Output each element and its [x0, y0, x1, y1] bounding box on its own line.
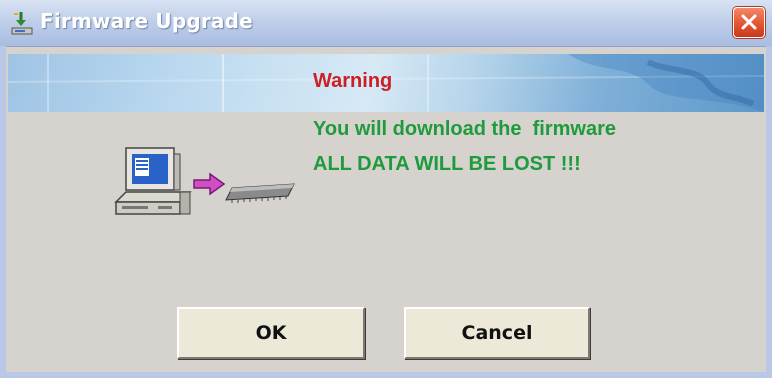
window-border-bottom — [0, 372, 772, 378]
chip-icon — [225, 183, 295, 203]
cancel-button[interactable]: Cancel — [404, 307, 590, 359]
title-bar[interactable]: Firmware Upgrade — [0, 0, 772, 47]
firmware-upgrade-dialog: Firmware Upgrade Warning You will downlo… — [0, 0, 772, 378]
ok-button[interactable]: OK — [177, 307, 365, 359]
computer-icon — [114, 147, 192, 215]
message-line-2: ALL DATA WILL BE LOST !!! — [313, 153, 581, 175]
close-icon — [741, 14, 757, 30]
close-button[interactable] — [733, 7, 765, 38]
installer-icon — [10, 10, 34, 36]
warning-label: Warning — [313, 70, 393, 92]
window-title: Firmware Upgrade — [40, 9, 253, 33]
message-line-1: You will download the firmware — [313, 118, 616, 140]
window-border-right — [766, 46, 772, 378]
arrow-right-icon — [193, 172, 226, 196]
firmware-illustration — [110, 144, 300, 234]
window-border-left — [0, 46, 6, 378]
